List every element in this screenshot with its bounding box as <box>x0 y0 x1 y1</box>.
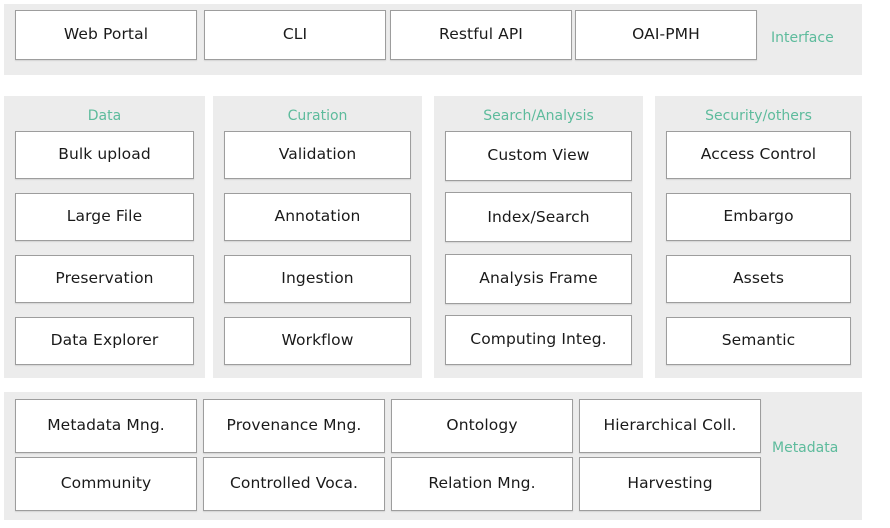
metadata-grid: Metadata Mng. Provenance Mng. Ontology H… <box>15 399 761 511</box>
curation-item-annotation[interactable]: Annotation <box>224 193 411 241</box>
search-item-index-search[interactable]: Index/Search <box>445 192 632 243</box>
interface-item-restful-api[interactable]: Restful API <box>390 10 572 60</box>
curation-item-workflow[interactable]: Workflow <box>224 317 411 365</box>
security-item-access-control[interactable]: Access Control <box>666 131 851 179</box>
security-item-semantic[interactable]: Semantic <box>666 317 851 365</box>
column-header-search-analysis: Search/Analysis <box>483 108 594 124</box>
metadata-item-ontology[interactable]: Ontology <box>391 399 573 453</box>
interface-item-cli[interactable]: CLI <box>204 10 386 60</box>
metadata-item-community[interactable]: Community <box>15 457 197 511</box>
metadata-item-metadata-mng[interactable]: Metadata Mng. <box>15 399 197 453</box>
interface-group-label: Interface <box>771 30 834 46</box>
security-item-assets[interactable]: Assets <box>666 255 851 303</box>
column-header-security-others: Security/others <box>705 108 812 124</box>
interface-panel: Web Portal CLI Restful API OAI-PMH Inter… <box>4 4 862 75</box>
column-body-security-others: Access Control Embargo Assets Semantic <box>666 131 851 365</box>
metadata-item-hierarchical-coll[interactable]: Hierarchical Coll. <box>579 399 761 453</box>
data-item-data-explorer[interactable]: Data Explorer <box>15 317 194 365</box>
metadata-item-relation-mng[interactable]: Relation Mng. <box>391 457 573 511</box>
column-header-curation: Curation <box>287 108 348 124</box>
interface-item-oai-pmh[interactable]: OAI-PMH <box>575 10 757 60</box>
data-item-preservation[interactable]: Preservation <box>15 255 194 303</box>
column-header-data: Data <box>87 108 122 124</box>
curation-item-ingestion[interactable]: Ingestion <box>224 255 411 303</box>
data-item-bulk-upload[interactable]: Bulk upload <box>15 131 194 179</box>
column-panel-search-analysis: Search/Analysis Custom View Index/Search… <box>434 96 643 378</box>
search-item-analysis-frame[interactable]: Analysis Frame <box>445 253 632 304</box>
data-item-large-file[interactable]: Large File <box>15 193 194 241</box>
metadata-panel: Metadata Mng. Provenance Mng. Ontology H… <box>4 392 862 520</box>
metadata-item-provenance-mng[interactable]: Provenance Mng. <box>203 399 385 453</box>
column-panel-security-others: Security/others Access Control Embargo A… <box>655 96 862 378</box>
search-item-custom-view[interactable]: Custom View <box>445 131 632 181</box>
interface-item-web-portal[interactable]: Web Portal <box>15 10 197 60</box>
metadata-group-label: Metadata <box>772 440 839 456</box>
search-item-computing-integ[interactable]: Computing Integ. <box>445 314 632 365</box>
metadata-item-controlled-voca[interactable]: Controlled Voca. <box>203 457 385 511</box>
curation-item-validation[interactable]: Validation <box>224 131 411 179</box>
column-panel-curation: Curation Validation Annotation Ingestion… <box>213 96 422 378</box>
column-body-curation: Validation Annotation Ingestion Workflow <box>224 131 411 365</box>
metadata-item-harvesting[interactable]: Harvesting <box>579 457 761 511</box>
column-body-data: Bulk upload Large File Preservation Data… <box>15 131 194 365</box>
security-item-embargo[interactable]: Embargo <box>666 193 851 241</box>
column-panel-data: Data Bulk upload Large File Preservation… <box>4 96 205 378</box>
column-body-search-analysis: Custom View Index/Search Analysis Frame … <box>445 131 632 365</box>
